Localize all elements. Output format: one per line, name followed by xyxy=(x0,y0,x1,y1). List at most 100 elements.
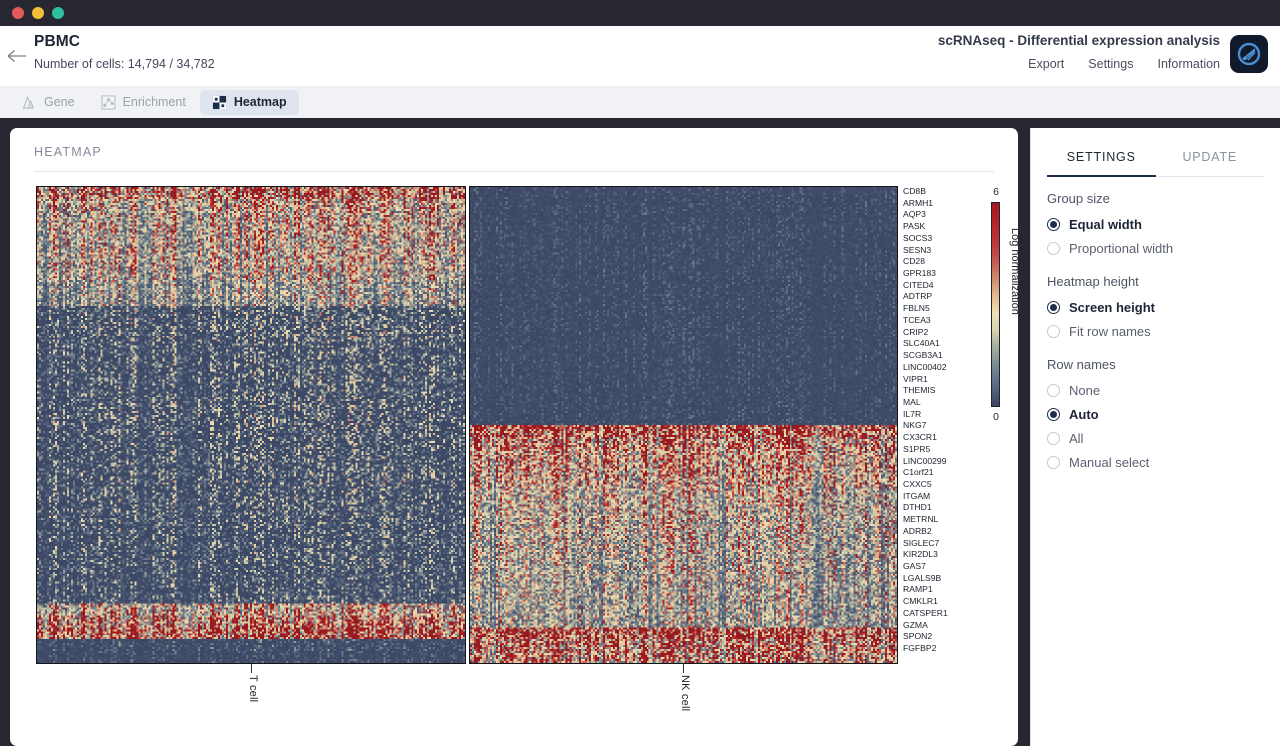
radio-button[interactable] xyxy=(1047,432,1060,445)
row-name-label: SOCS3 xyxy=(903,233,983,245)
row-name-label: CD8B xyxy=(903,186,983,198)
colorbar: 6 0 Log normalization xyxy=(985,186,1007,423)
enrichment-network-icon xyxy=(101,95,116,110)
row-name-label: CRIP2 xyxy=(903,327,983,339)
row-name-label: CX3CR1 xyxy=(903,432,983,444)
radio-option-proportional-width[interactable]: Proportional width xyxy=(1047,236,1264,260)
app-subtitle: scRNAseq - Differential expression analy… xyxy=(938,33,1220,48)
cell-count-label: Number of cells: 14,794 / 34,782 xyxy=(34,57,215,71)
radio-button[interactable] xyxy=(1047,242,1060,255)
row-name-label: S1PR5 xyxy=(903,444,983,456)
heatmap-grid-icon xyxy=(212,95,227,110)
row-name-label: ADRB2 xyxy=(903,526,983,538)
group-tick-t-cell xyxy=(251,664,252,673)
colorbar-title: Log normalization xyxy=(1009,228,1018,315)
window-minimize-button[interactable] xyxy=(32,7,44,19)
body-area: HEATMAP T cell NK cell CD8BARMH1AQP3PASK… xyxy=(0,118,1280,746)
row-name-label: LGALS9B xyxy=(903,573,983,585)
heatmap-plot: T cell NK cell CD8BARMH1AQP3PASKSOCS3SES… xyxy=(10,186,1018,746)
settings-group: Row names None Auto AllManual select xyxy=(1047,357,1264,474)
row-name-label: NKG7 xyxy=(903,420,983,432)
settings-option-groups: Group sizeEqual widthProportional widthH… xyxy=(1031,191,1280,474)
radio-label: Auto xyxy=(1069,407,1099,422)
radio-button[interactable] xyxy=(1047,218,1060,231)
menu-item-export[interactable]: Export xyxy=(1028,57,1064,71)
row-name-label: SPON2 xyxy=(903,631,983,643)
radio-button[interactable] xyxy=(1047,384,1060,397)
settings-group: Heatmap heightScreen heightFit row names xyxy=(1047,274,1264,343)
settings-panel: SETTINGS UPDATE Group sizeEqual widthPro… xyxy=(1030,128,1280,746)
row-name-label: LINC00299 xyxy=(903,456,983,468)
radio-option-auto[interactable]: Auto xyxy=(1047,402,1264,426)
row-name-label: ARMH1 xyxy=(903,198,983,210)
row-name-label: SCGB3A1 xyxy=(903,350,983,362)
row-name-label: SESN3 xyxy=(903,245,983,257)
radio-label: Proportional width xyxy=(1069,241,1173,256)
row-name-label: C1orf21 xyxy=(903,467,983,479)
tab-heatmap-label: Heatmap xyxy=(234,95,287,109)
radio-button[interactable] xyxy=(1047,456,1060,469)
settings-tab-update[interactable]: UPDATE xyxy=(1156,140,1265,177)
window-maximize-button[interactable] xyxy=(52,7,64,19)
settings-tab-settings[interactable]: SETTINGS xyxy=(1047,140,1156,177)
group-label-t-cell: T cell xyxy=(247,675,259,702)
group-tick-nk-cell xyxy=(683,664,684,673)
row-name-label: GPR183 xyxy=(903,268,983,280)
menu-item-information[interactable]: Information xyxy=(1157,57,1220,71)
arrow-left-icon xyxy=(7,49,27,63)
heatmap-canvas-t-cell xyxy=(37,187,465,663)
radio-label: Fit row names xyxy=(1069,324,1151,339)
radio-button[interactable] xyxy=(1047,325,1060,338)
settings-group-title: Row names xyxy=(1047,357,1264,372)
radio-option-fit-row-names[interactable]: Fit row names xyxy=(1047,319,1264,343)
row-name-label: CXXC5 xyxy=(903,479,983,491)
menu-item-settings[interactable]: Settings xyxy=(1088,57,1133,71)
app-logo[interactable] xyxy=(1230,35,1268,73)
radio-option-screen-height[interactable]: Screen height xyxy=(1047,295,1264,319)
row-names-list: CD8BARMH1AQP3PASKSOCS3SESN3CD28GPR183CIT… xyxy=(903,186,983,655)
row-name-label: CATSPER1 xyxy=(903,608,983,620)
window-titlebar xyxy=(0,0,1280,26)
tab-bar: Gene Enrichment Heatmap xyxy=(0,86,1280,118)
settings-group: Group sizeEqual widthProportional width xyxy=(1047,191,1264,260)
row-name-label: KIR2DL3 xyxy=(903,549,983,561)
tab-heatmap[interactable]: Heatmap xyxy=(200,90,299,115)
header-right-block: scRNAseq - Differential expression analy… xyxy=(938,26,1268,86)
app-logo-icon xyxy=(1236,41,1262,67)
row-name-label: VIPR1 xyxy=(903,374,983,386)
row-name-label: CITED4 xyxy=(903,280,983,292)
radio-option-equal-width[interactable]: Equal width xyxy=(1047,212,1264,236)
row-name-label: ADTRP xyxy=(903,291,983,303)
row-name-label: PASK xyxy=(903,221,983,233)
radio-option-none[interactable]: None xyxy=(1047,378,1264,402)
row-name-label: METRNL xyxy=(903,514,983,526)
heatmap-panel-nk-cell[interactable] xyxy=(469,186,898,664)
tab-enrichment[interactable]: Enrichment xyxy=(89,90,198,115)
row-name-label: IL7R xyxy=(903,409,983,421)
colorbar-gradient xyxy=(991,202,1000,407)
page-title: PBMC xyxy=(34,33,215,51)
tab-enrichment-label: Enrichment xyxy=(123,95,186,109)
header-title-block: PBMC Number of cells: 14,794 / 34,782 xyxy=(34,26,215,71)
radio-option-manual-select[interactable]: Manual select xyxy=(1047,450,1264,474)
radio-option-all[interactable]: All xyxy=(1047,426,1264,450)
radio-label: Equal width xyxy=(1069,217,1142,232)
window-close-button[interactable] xyxy=(12,7,24,19)
row-name-label: CMKLR1 xyxy=(903,596,983,608)
tab-gene[interactable]: Gene xyxy=(10,90,87,115)
radio-button[interactable] xyxy=(1047,408,1060,421)
heatmap-card: HEATMAP T cell NK cell CD8BARMH1AQP3PASK… xyxy=(10,128,1018,746)
group-label-nk-cell: NK cell xyxy=(679,675,691,711)
radio-button[interactable] xyxy=(1047,301,1060,314)
card-divider xyxy=(34,171,994,172)
row-name-label: SLC40A1 xyxy=(903,338,983,350)
back-button[interactable] xyxy=(0,26,34,86)
header-menu: Export Settings Information xyxy=(938,57,1220,71)
row-name-label: GZMA xyxy=(903,620,983,632)
row-name-label: ITGAM xyxy=(903,491,983,503)
row-name-label: DTHD1 xyxy=(903,502,983,514)
heatmap-panel-t-cell[interactable] xyxy=(36,186,466,664)
row-name-label: SIGLEC7 xyxy=(903,538,983,550)
row-name-label: MAL xyxy=(903,397,983,409)
colorbar-max-label: 6 xyxy=(985,186,1007,198)
